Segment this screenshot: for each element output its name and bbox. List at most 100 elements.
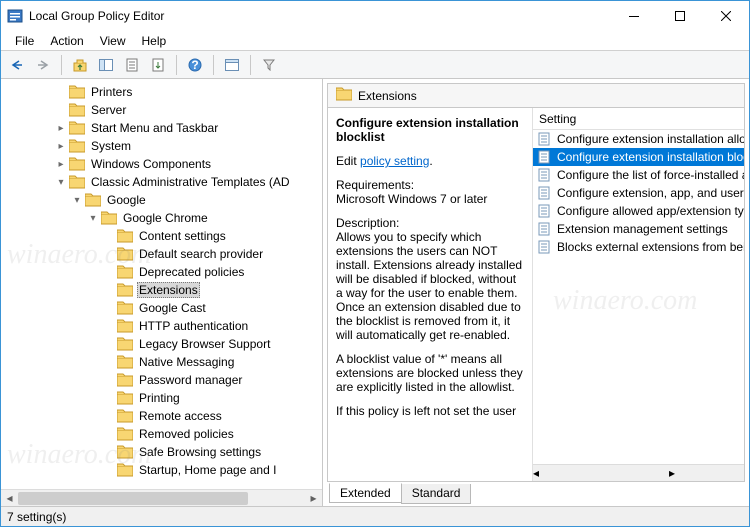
tree-item[interactable]: ▾ Classic Administrative Templates (AD	[1, 173, 322, 191]
tree-item-label: HTTP authentication	[137, 318, 250, 334]
tree-item-label: System	[89, 138, 133, 154]
expand-icon[interactable]: ▸	[55, 158, 67, 170]
description-body: Allows you to specify which extensions t…	[336, 230, 524, 342]
collapse-icon[interactable]: ▾	[87, 212, 99, 224]
tree[interactable]: PrintersServer▸Start Menu and Taskbar▸Sy…	[1, 79, 322, 489]
tree-item[interactable]: Safe Browsing settings	[1, 443, 322, 461]
setting-icon	[537, 167, 553, 183]
setting-row[interactable]: Extension management settings	[533, 220, 744, 238]
setting-label: Configure extension installation blockli…	[557, 150, 744, 164]
menu-help[interactable]: Help	[134, 32, 175, 50]
tree-item-label: Native Messaging	[137, 354, 236, 370]
scroll-left-icon[interactable]: ◂	[533, 466, 539, 480]
expand-placeholder	[103, 410, 115, 422]
tab-standard[interactable]: Standard	[401, 484, 472, 504]
description-body2: A blocklist value of '*' means all exten…	[336, 352, 524, 394]
edit-policy-link[interactable]: policy setting	[360, 154, 429, 168]
tree-item[interactable]: Removed policies	[1, 425, 322, 443]
setting-icon	[537, 149, 553, 165]
tree-item[interactable]: ▸ Windows Components	[1, 155, 322, 173]
close-button[interactable]	[703, 1, 749, 31]
folder-icon	[69, 121, 85, 135]
scroll-right-icon[interactable]: ▸	[669, 466, 675, 480]
menu-action[interactable]: Action	[42, 32, 91, 50]
folder-icon	[69, 157, 85, 171]
tabs-row: Extended Standard	[327, 482, 745, 504]
tree-item-label: Deprecated policies	[137, 264, 246, 280]
up-button[interactable]	[68, 54, 92, 76]
tree-item[interactable]: Remote access	[1, 407, 322, 425]
tree-item[interactable]: Legacy Browser Support	[1, 335, 322, 353]
expand-placeholder	[103, 302, 115, 314]
folder-icon	[117, 445, 133, 459]
back-button[interactable]	[5, 54, 29, 76]
tree-item-label: Content settings	[137, 228, 228, 244]
minimize-button[interactable]	[611, 1, 657, 31]
setting-label: Configure allowed app/extension types	[557, 204, 744, 218]
tree-item-label: Google Chrome	[121, 210, 210, 226]
window-root: Local Group Policy Editor File Action Vi…	[0, 0, 750, 527]
tree-item-label: Windows Components	[89, 156, 213, 172]
tree-item[interactable]: Deprecated policies	[1, 263, 322, 281]
forward-button[interactable]	[31, 54, 55, 76]
tree-item[interactable]: ▾ Google Chrome	[1, 209, 322, 227]
tree-item[interactable]: Printing	[1, 389, 322, 407]
tree-item[interactable]: Native Messaging	[1, 353, 322, 371]
expand-placeholder	[103, 356, 115, 368]
folder-icon	[117, 265, 133, 279]
tree-item[interactable]: HTTP authentication	[1, 317, 322, 335]
expand-placeholder	[103, 464, 115, 476]
tree-item[interactable]: Password manager	[1, 371, 322, 389]
collapse-icon[interactable]: ▾	[55, 176, 67, 188]
tree-item[interactable]: Default search provider	[1, 245, 322, 263]
folder-icon	[117, 355, 133, 369]
tree-item[interactable]: ▸ System	[1, 137, 322, 155]
filter-button[interactable]	[257, 54, 281, 76]
tree-item[interactable]: Server	[1, 101, 322, 119]
setting-row[interactable]: Configure extension installation allow l…	[533, 130, 744, 148]
tree-item[interactable]: Content settings	[1, 227, 322, 245]
setting-row[interactable]: Configure the list of force-installed ap…	[533, 166, 744, 184]
requirements-value: Microsoft Windows 7 or later	[336, 192, 524, 206]
expand-icon[interactable]: ▸	[55, 140, 67, 152]
setting-label: Configure the list of force-installed ap…	[557, 168, 744, 182]
properties-button[interactable]	[120, 54, 144, 76]
settings-list[interactable]: winaero.com Configure extension installa…	[533, 130, 744, 464]
tab-extended[interactable]: Extended	[329, 483, 402, 503]
expand-icon[interactable]: ▸	[55, 122, 67, 134]
tree-hscrollbar[interactable]: ◂ ▸	[1, 489, 322, 506]
tree-item[interactable]: Printers	[1, 83, 322, 101]
tree-item[interactable]: ▸Start Menu and Taskbar	[1, 119, 322, 137]
edit-policy-row: Edit policy setting.	[336, 154, 524, 168]
list-hscrollbar[interactable]: ◂ ▸	[533, 464, 744, 481]
tree-item-label: Password manager	[137, 372, 244, 388]
options-button[interactable]	[220, 54, 244, 76]
show-hide-tree-button[interactable]	[94, 54, 118, 76]
tree-item-label: Classic Administrative Templates (AD	[89, 174, 292, 190]
folder-icon	[69, 175, 85, 189]
settings-list-header[interactable]: Setting	[533, 108, 744, 130]
folder-icon	[117, 337, 133, 351]
tree-item-label: Printers	[89, 84, 134, 100]
toolbar: ?	[1, 51, 749, 79]
setting-row[interactable]: Configure allowed app/extension types	[533, 202, 744, 220]
menu-file[interactable]: File	[7, 32, 42, 50]
tree-item[interactable]: Extensions	[1, 281, 322, 299]
setting-row[interactable]: Blocks external extensions from being in…	[533, 238, 744, 256]
expand-placeholder	[103, 428, 115, 440]
setting-row[interactable]: Configure extension installation blockli…	[533, 148, 744, 166]
settings-list-column: Setting winaero.com Configure extension …	[533, 108, 744, 481]
maximize-button[interactable]	[657, 1, 703, 31]
toolbar-separator	[250, 55, 251, 75]
help-button[interactable]: ?	[183, 54, 207, 76]
menu-view[interactable]: View	[92, 32, 134, 50]
tree-item[interactable]: ▾Google	[1, 191, 322, 209]
export-button[interactable]	[146, 54, 170, 76]
setting-row[interactable]: Configure extension, app, and user scrip…	[533, 184, 744, 202]
tree-item[interactable]: Startup, Home page and I	[1, 461, 322, 479]
scroll-left-icon[interactable]: ◂	[1, 490, 18, 507]
collapse-icon[interactable]: ▾	[71, 194, 83, 206]
expand-placeholder	[103, 266, 115, 278]
scroll-right-icon[interactable]: ▸	[305, 490, 322, 507]
tree-item[interactable]: Google Cast	[1, 299, 322, 317]
